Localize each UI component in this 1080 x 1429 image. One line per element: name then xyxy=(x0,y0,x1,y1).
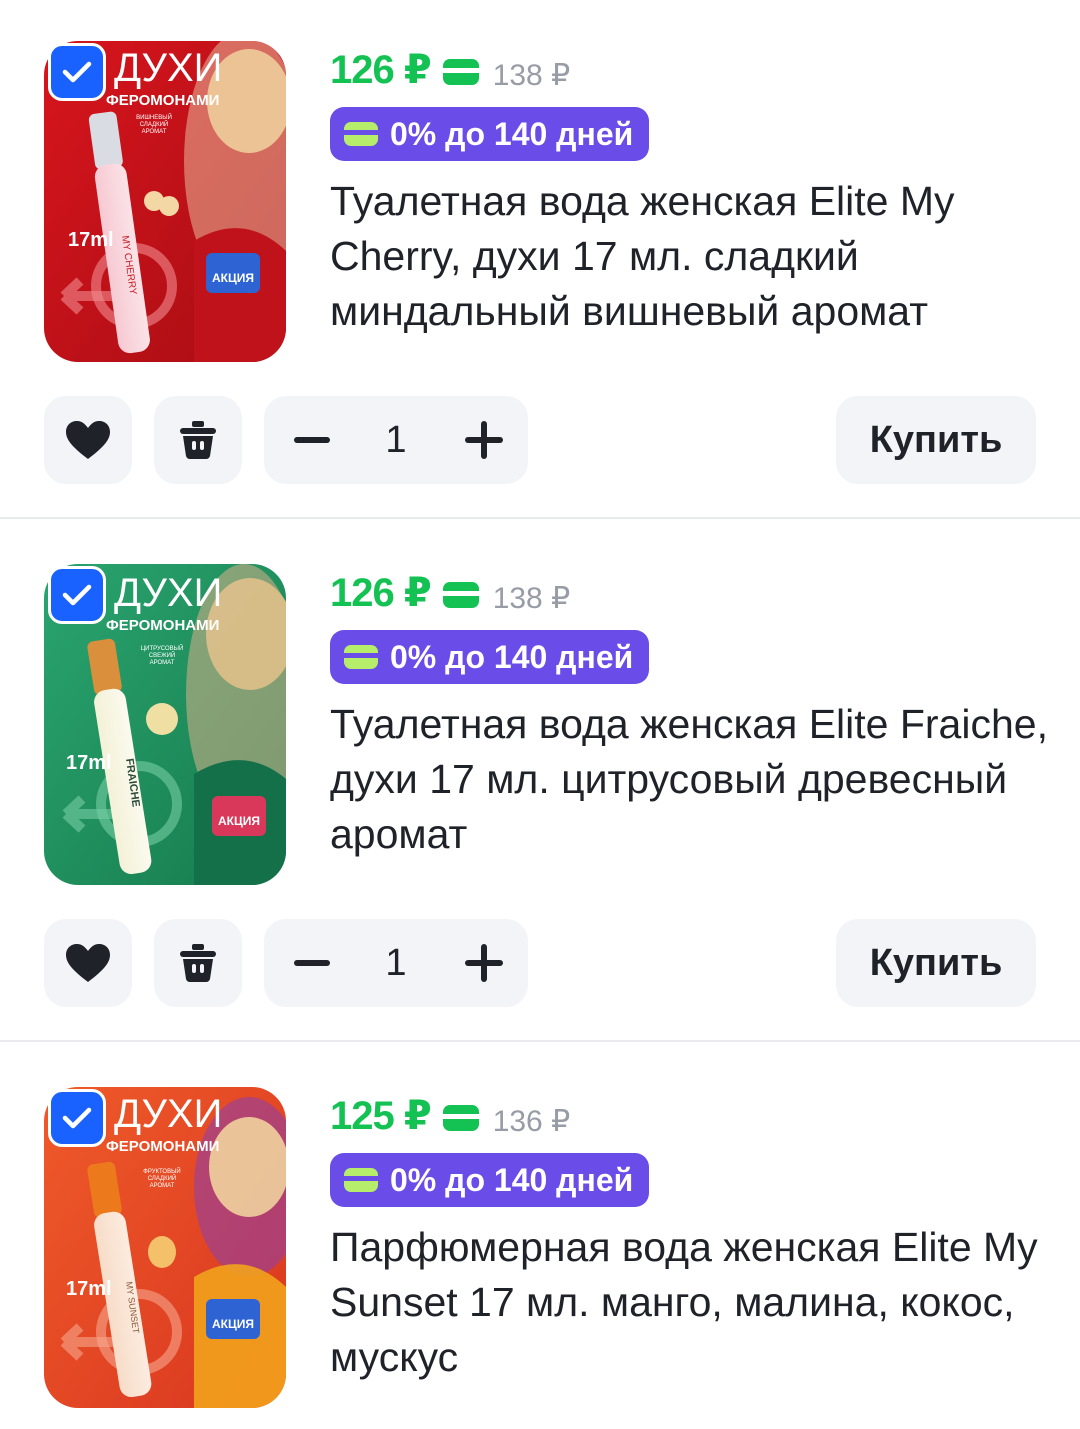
installment-label: 0% до 140 дней xyxy=(390,1161,634,1198)
product-title[interactable]: Туалетная вода женская Elite Fraiche, ду… xyxy=(330,697,1050,862)
image-volume: 17ml xyxy=(66,1278,112,1300)
installment-badge[interactable]: 0% до 140 дней xyxy=(330,1153,650,1207)
delete-button[interactable] xyxy=(154,919,242,1007)
image-promo: АКЦИЯ xyxy=(212,1317,254,1331)
installment-label: 0% до 140 дней xyxy=(390,115,634,152)
image-volume: 17ml xyxy=(68,229,114,251)
select-checkbox[interactable] xyxy=(48,43,106,101)
favorite-button[interactable] xyxy=(44,919,132,1007)
select-checkbox[interactable] xyxy=(48,566,106,624)
card-icon xyxy=(344,1168,378,1192)
old-price: 138 ₽ xyxy=(492,581,571,615)
image-aroma-line: АРОМАТ xyxy=(150,1183,175,1189)
image-aroma-line: ВИШНЕВЫЙ xyxy=(136,113,172,121)
installment-badge[interactable]: 0% до 140 дней xyxy=(330,630,650,684)
price-row: 126 ₽ 138 ₽ xyxy=(330,46,570,94)
image-aroma-line: АРОМАТ xyxy=(142,129,167,135)
image-aroma-line: ЦИТРУСОВЫЙ xyxy=(141,644,184,652)
heart-icon xyxy=(66,421,110,459)
price-row: 126 ₽ 138 ₽ xyxy=(330,569,570,617)
price: 126 ₽ xyxy=(330,48,432,92)
installment-badge[interactable]: 0% до 140 дней xyxy=(330,107,650,161)
image-brand: ДУХИ xyxy=(114,571,222,615)
trash-icon xyxy=(180,421,216,459)
image-aroma-line: ФРУКТОВЫЙ xyxy=(143,1167,180,1175)
card-icon xyxy=(344,645,378,669)
image-volume: 17ml xyxy=(66,752,112,774)
card-icon xyxy=(442,1105,479,1131)
image-aroma-line: СЛАДКИЙ xyxy=(140,120,168,128)
old-price: 136 ₽ xyxy=(492,1104,571,1138)
card-icon xyxy=(442,582,479,608)
plus-icon xyxy=(465,944,503,982)
decrease-button[interactable] xyxy=(290,418,334,462)
image-subtitle: ФЕРОМОНАМИ xyxy=(106,617,219,634)
image-promo: АКЦИЯ xyxy=(218,814,260,828)
installment-label: 0% до 140 дней xyxy=(390,638,634,675)
check-icon xyxy=(62,61,92,83)
price: 125 ₽ xyxy=(330,1094,432,1138)
price-row: 125 ₽ 136 ₽ xyxy=(330,1092,570,1140)
product-title[interactable]: Туалетная вода женская Elite My Cherry, … xyxy=(330,174,1050,339)
buy-button[interactable]: Купить xyxy=(836,919,1036,1007)
delete-button[interactable] xyxy=(154,396,242,484)
image-aroma-line: СВЕЖИЙ xyxy=(149,651,176,659)
image-aroma-line: СЛАДКИЙ xyxy=(148,1174,176,1182)
image-promo: АКЦИЯ xyxy=(212,271,254,285)
cart-list: ДУХИ ФЕРОМОНАМИ ВИШНЕВЫЙ СЛАДКИЙ АРОМАТ … xyxy=(0,0,1080,1429)
old-price: 138 ₽ xyxy=(492,58,571,92)
minus-icon xyxy=(294,437,330,443)
check-icon xyxy=(62,1107,92,1129)
increase-button[interactable] xyxy=(462,418,506,462)
image-brand: ДУХИ xyxy=(114,46,222,90)
divider xyxy=(0,517,1080,519)
card-icon xyxy=(442,59,479,85)
divider xyxy=(0,1040,1080,1042)
card-icon xyxy=(344,122,378,146)
increase-button[interactable] xyxy=(462,941,506,985)
quantity-stepper: 1 xyxy=(264,396,528,484)
quantity-stepper: 1 xyxy=(264,919,528,1007)
check-icon xyxy=(62,584,92,606)
heart-icon xyxy=(66,944,110,982)
plus-icon xyxy=(465,421,503,459)
quantity-value: 1 xyxy=(385,419,407,461)
image-brand: ДУХИ xyxy=(114,1092,222,1136)
select-checkbox[interactable] xyxy=(48,1089,106,1147)
image-aroma-line: АРОМАТ xyxy=(150,660,175,666)
price: 126 ₽ xyxy=(330,571,432,615)
buy-button[interactable]: Купить xyxy=(836,396,1036,484)
decrease-button[interactable] xyxy=(290,941,334,985)
image-subtitle: ФЕРОМОНАМИ xyxy=(106,92,219,109)
image-subtitle: ФЕРОМОНАМИ xyxy=(106,1138,219,1155)
quantity-value: 1 xyxy=(385,942,407,984)
minus-icon xyxy=(294,960,330,966)
product-title[interactable]: Парфюмерная вода женская Elite My Sunset… xyxy=(330,1220,1050,1385)
trash-icon xyxy=(180,944,216,982)
favorite-button[interactable] xyxy=(44,396,132,484)
